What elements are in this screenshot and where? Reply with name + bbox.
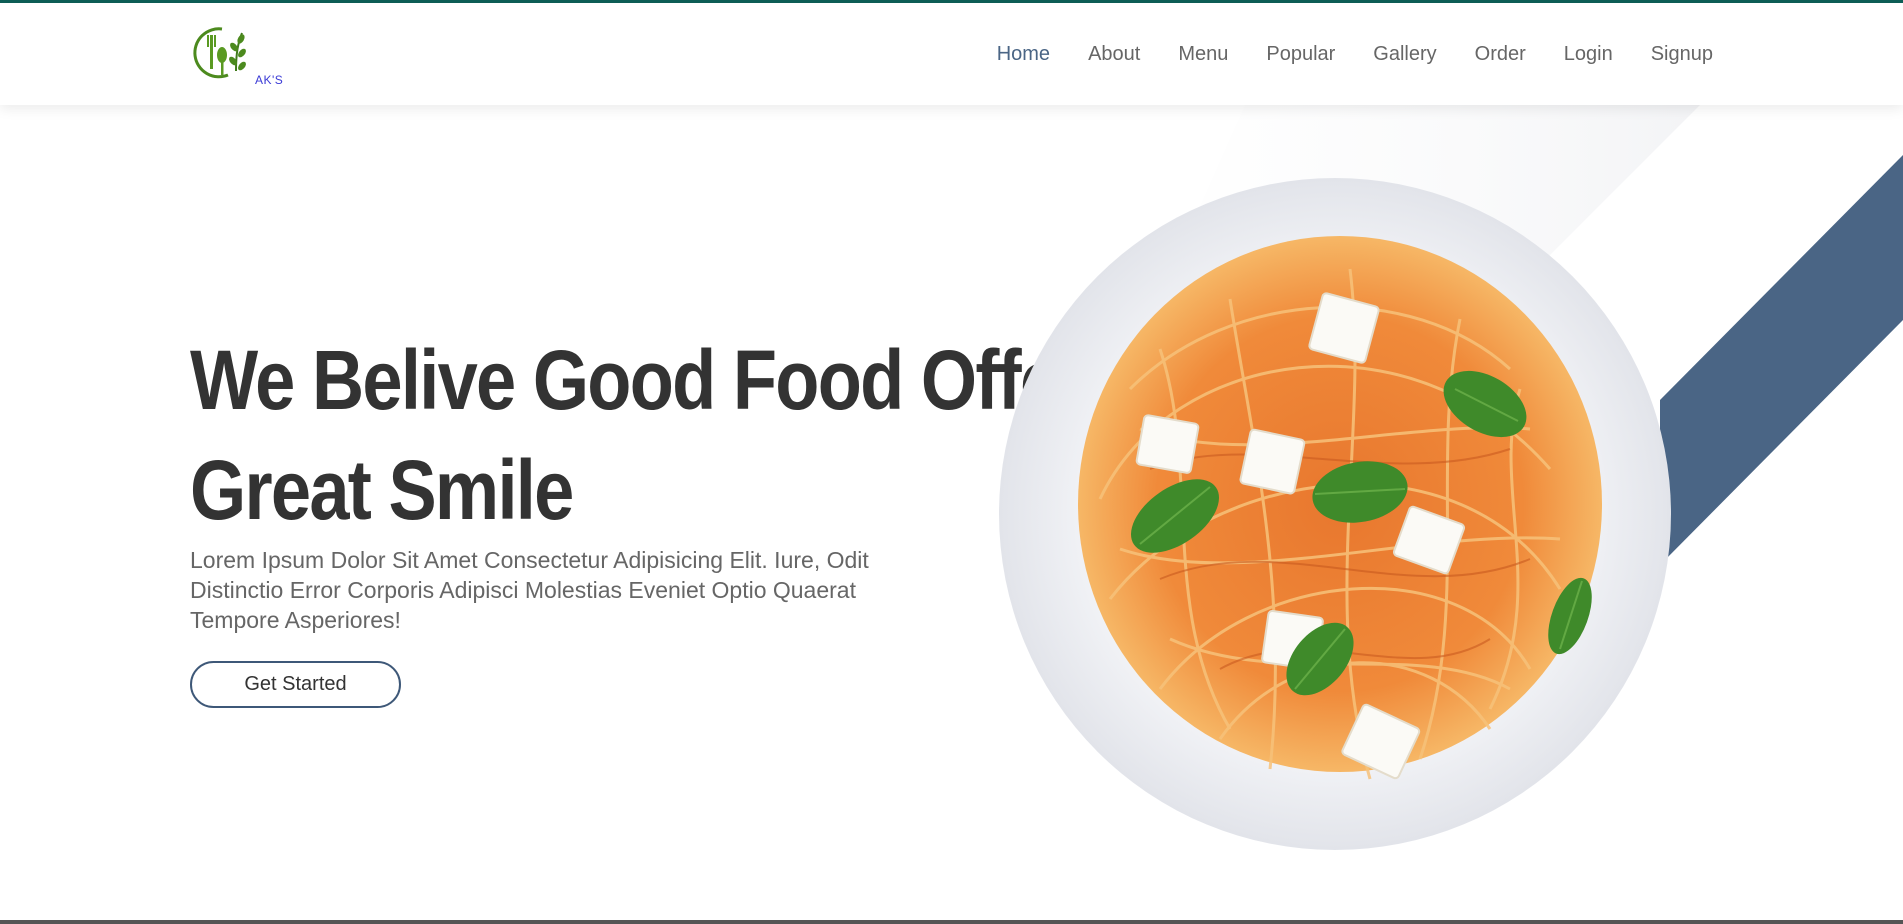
- main-nav: Home About Menu Popular Gallery Order Lo…: [959, 41, 1713, 67]
- nav-login[interactable]: Login: [1564, 41, 1613, 67]
- hero-title: We Belive Good Food Offer Great Smile: [190, 325, 1087, 545]
- brand-name: AK'S: [255, 73, 284, 87]
- hero-title-line-1: We Belive Good Food Offer: [190, 333, 1087, 427]
- nav-about[interactable]: About: [1088, 41, 1140, 67]
- hero-description: Lorem Ipsum Dolor Sit Amet Consectetur A…: [190, 547, 869, 633]
- nav-gallery[interactable]: Gallery: [1373, 41, 1436, 67]
- hero-section: We Belive Good Food Offer Great Smile Lo…: [0, 105, 1903, 920]
- hero-title-line-2: Great Smile: [190, 443, 574, 537]
- nav-home[interactable]: Home: [997, 41, 1050, 67]
- site-header: AK'S Home About Menu Popular Gallery Ord…: [0, 3, 1903, 105]
- section-divider: [0, 920, 1903, 924]
- spaghetti-plate-image: [990, 169, 1680, 859]
- get-started-button[interactable]: Get Started: [190, 661, 401, 708]
- nav-signup[interactable]: Signup: [1651, 41, 1713, 67]
- nav-order[interactable]: Order: [1475, 41, 1526, 67]
- nav-popular[interactable]: Popular: [1266, 41, 1335, 67]
- brand-logo[interactable]: AK'S: [192, 23, 292, 89]
- fork-spoon-herb-icon: [193, 27, 246, 79]
- nav-menu[interactable]: Menu: [1178, 41, 1228, 67]
